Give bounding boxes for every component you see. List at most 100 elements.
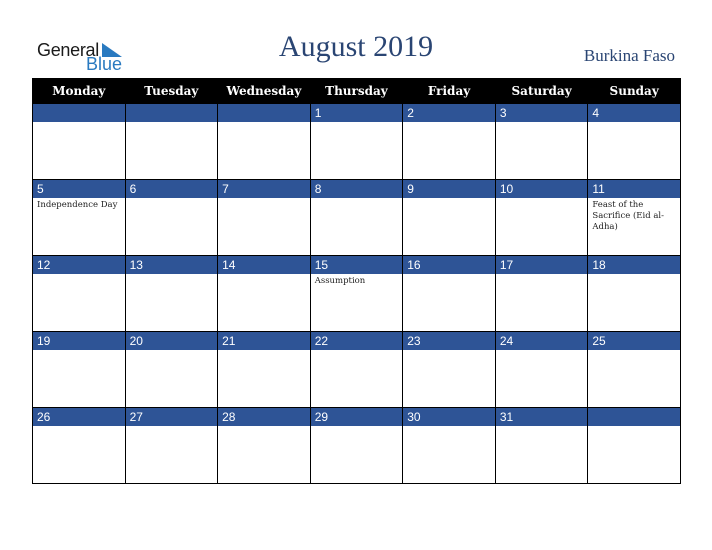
calendar-body: 1 2 3 4 5 Independence Day 6 7 8 9 10 11 Feast of th… (32, 103, 681, 484)
holiday-label (588, 274, 680, 276)
day-cell[interactable]: 21 (217, 331, 311, 408)
day-cell[interactable]: 26 (32, 407, 126, 484)
day-number: 25 (588, 332, 680, 350)
day-cell[interactable]: 4 (587, 103, 681, 180)
holiday-label (403, 274, 495, 276)
holiday-label (403, 122, 495, 124)
weekday-header: Monday (32, 78, 126, 104)
day-number: 23 (403, 332, 495, 350)
holiday-label (218, 426, 310, 428)
day-cell[interactable] (217, 103, 311, 180)
day-number: 18 (588, 256, 680, 274)
day-number: 8 (310, 180, 403, 198)
week-row: 12 13 14 15 Assumption 16 17 18 (32, 255, 681, 332)
week-row: 5 Independence Day 6 7 8 9 10 11 Feast of the Sa… (32, 179, 681, 256)
holiday-label (218, 274, 310, 276)
day-cell[interactable]: 17 (494, 255, 589, 332)
day-number (588, 408, 680, 426)
holiday-label (311, 198, 403, 200)
holiday-label (126, 426, 218, 428)
day-number: 9 (403, 180, 495, 198)
day-number: 10 (495, 180, 588, 198)
day-cell[interactable]: 22 (309, 331, 404, 408)
day-cell[interactable]: 14 (217, 255, 311, 332)
weekday-header: Saturday (494, 78, 589, 104)
day-number: 7 (218, 180, 310, 198)
day-cell[interactable]: 31 (494, 407, 589, 484)
holiday-label (126, 122, 218, 124)
day-number: 16 (403, 256, 495, 274)
day-number: 11 (588, 180, 680, 198)
holiday-label (588, 350, 680, 352)
day-number: 5 (33, 180, 125, 198)
weekday-header: Thursday (309, 78, 404, 104)
holiday-label (126, 350, 218, 352)
day-cell[interactable]: 30 (402, 407, 496, 484)
day-cell[interactable]: 15 Assumption (309, 255, 404, 332)
day-cell[interactable]: 6 (124, 179, 219, 256)
week-row: 26 27 28 29 30 31 (32, 407, 681, 484)
holiday-label (496, 198, 588, 200)
holiday-label (33, 426, 125, 428)
day-cell[interactable]: 13 (124, 255, 219, 332)
day-number (125, 104, 218, 122)
day-number: 15 (310, 256, 403, 274)
day-number: 27 (125, 408, 218, 426)
holiday-label (496, 122, 588, 124)
holiday-label: Independence Day (37, 200, 118, 210)
day-cell[interactable]: 10 (494, 179, 589, 256)
holiday-label (403, 198, 495, 200)
day-cell[interactable]: 24 (494, 331, 589, 408)
holiday-label (311, 122, 403, 124)
weekday-header: Wednesday (217, 78, 311, 104)
day-cell[interactable]: 12 (32, 255, 126, 332)
day-cell[interactable] (32, 103, 126, 180)
holiday-label: Feast of the Sacrifice (Eid al-Adha) (592, 200, 665, 232)
day-number: 31 (495, 408, 588, 426)
day-cell[interactable]: 25 (587, 331, 681, 408)
day-cell[interactable]: 28 (217, 407, 311, 484)
holiday-label (496, 426, 588, 428)
day-cell[interactable]: 23 (402, 331, 496, 408)
holiday-label (311, 350, 403, 352)
day-number: 30 (403, 408, 495, 426)
day-number: 14 (218, 256, 310, 274)
day-cell[interactable]: 16 (402, 255, 496, 332)
day-cell[interactable]: 1 (309, 103, 404, 180)
holiday-label (33, 350, 125, 352)
weekday-header-row: Monday Tuesday Wednesday Thursday Friday… (32, 78, 681, 104)
day-cell[interactable]: 8 (309, 179, 404, 256)
holiday-label (126, 198, 218, 200)
day-cell[interactable]: 3 (494, 103, 589, 180)
day-cell[interactable]: 11 Feast of the Sacrifice (Eid al-Adha) (587, 179, 681, 256)
day-cell[interactable]: 5 Independence Day (32, 179, 126, 256)
holiday-label (496, 350, 588, 352)
day-cell[interactable]: 9 (402, 179, 496, 256)
day-number: 13 (125, 256, 218, 274)
day-cell[interactable]: 27 (124, 407, 219, 484)
day-number: 4 (588, 104, 680, 122)
day-cell[interactable]: 2 (402, 103, 496, 180)
day-cell[interactable] (587, 407, 681, 484)
day-number: 19 (33, 332, 125, 350)
day-cell[interactable]: 18 (587, 255, 681, 332)
day-cell[interactable] (124, 103, 219, 180)
day-number: 29 (310, 408, 403, 426)
week-row: 19 20 21 22 23 24 25 (32, 331, 681, 408)
day-cell[interactable]: 7 (217, 179, 311, 256)
day-cell[interactable]: 29 (309, 407, 404, 484)
day-cell[interactable]: 20 (124, 331, 219, 408)
holiday-label (588, 426, 680, 428)
holiday-label: Assumption (314, 276, 366, 286)
weekday-header: Sunday (587, 78, 681, 104)
holiday-label (218, 198, 310, 200)
day-number: 1 (310, 104, 403, 122)
day-number (218, 104, 310, 122)
day-number: 3 (495, 104, 588, 122)
day-number (33, 104, 125, 122)
holiday-label (33, 122, 125, 124)
day-cell[interactable]: 19 (32, 331, 126, 408)
week-row: 1234 (32, 103, 681, 180)
holiday-label (403, 350, 495, 352)
weekday-header: Friday (402, 78, 496, 104)
